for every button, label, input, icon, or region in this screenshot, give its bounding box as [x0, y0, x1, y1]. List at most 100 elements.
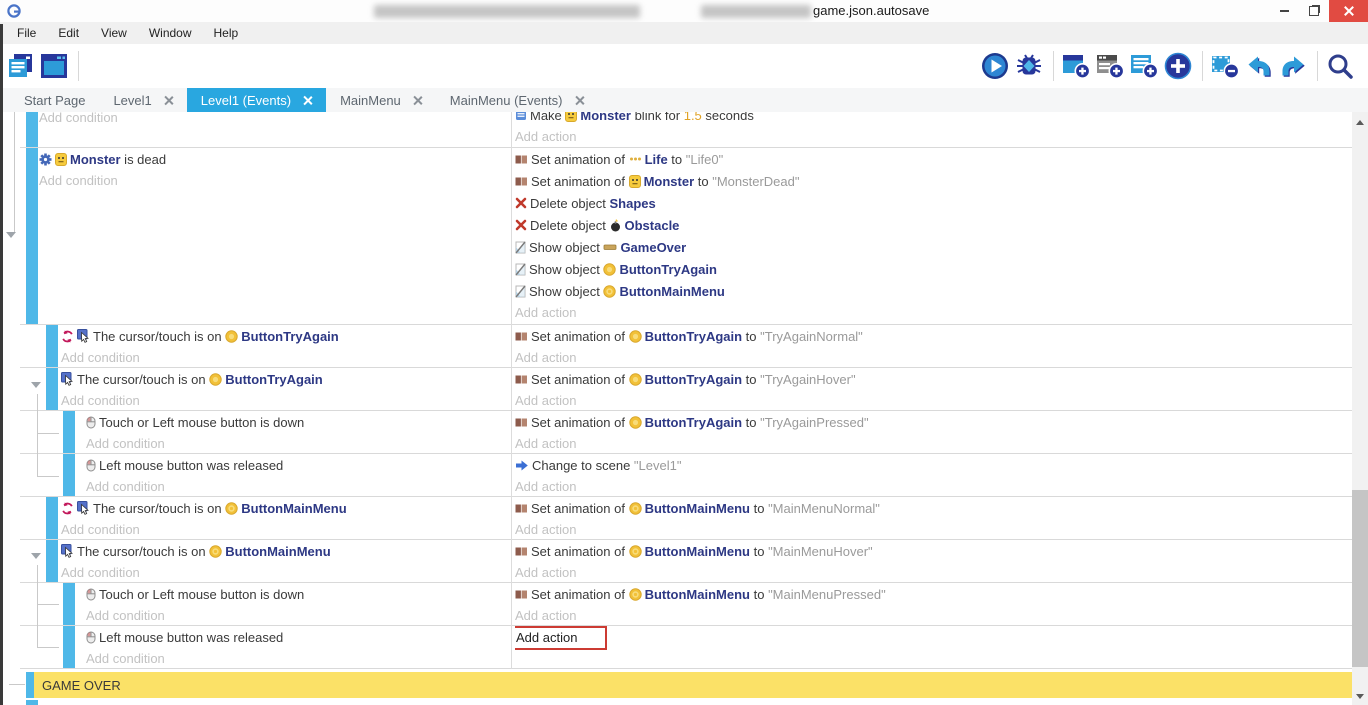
add-action-button[interactable]: Add action	[515, 519, 1350, 539]
action-line[interactable]: Set animation of ButtonMainMenu to "Main…	[515, 540, 1350, 562]
vertical-scrollbar[interactable]	[1352, 112, 1368, 705]
scrollbar-down-icon[interactable]	[1356, 694, 1364, 699]
event-row: Monster is deadAdd condition Set animatio…	[20, 148, 1352, 325]
add-action-button[interactable]: Add action	[515, 126, 1350, 147]
tab-close-icon[interactable]	[575, 96, 584, 105]
action-line[interactable]: Set animation of ButtonMainMenu to "Main…	[515, 497, 1350, 519]
debug-icon	[1015, 52, 1043, 80]
action-line[interactable]: Delete object Shapes	[515, 192, 1350, 214]
action-line[interactable]: Set animation of ButtonTryAgain to "TryA…	[515, 411, 1350, 433]
action-line[interactable]: Set animation of ButtonMainMenu to "Main…	[515, 583, 1350, 605]
tab-close-icon[interactable]	[303, 96, 312, 105]
menu-help[interactable]: Help	[203, 22, 250, 44]
add-subevent-icon[interactable]	[1094, 49, 1128, 83]
menu-file[interactable]: File	[6, 22, 47, 44]
action-line[interactable]: Set animation of Monster to "MonsterDead…	[515, 170, 1350, 192]
add-condition-button[interactable]: Add condition	[39, 112, 509, 128]
tab-mainmenu[interactable]: MainMenu	[326, 88, 436, 112]
action-line[interactable]: Show object ButtonMainMenu	[515, 280, 1350, 302]
condition-line[interactable]: Monster is dead	[39, 148, 509, 170]
condition-line[interactable]: The cursor/touch is on ButtonMainMenu	[61, 497, 509, 519]
conditions-cell: Touch or Left mouse button is downAdd co…	[86, 411, 509, 453]
condition-line[interactable]: The cursor/touch is on ButtonMainMenu	[61, 540, 509, 562]
action-line[interactable]: Set animation of ButtonTryAgain to "TryA…	[515, 368, 1350, 390]
collapse-arrow-icon[interactable]	[31, 553, 41, 559]
blink-icon	[515, 112, 527, 121]
add-condition-button[interactable]: Add condition	[86, 605, 509, 625]
redo-icon[interactable]	[1277, 49, 1311, 83]
maximize-icon[interactable]	[1299, 0, 1329, 22]
event-color-bar[interactable]	[46, 368, 58, 410]
scrollbar-thumb[interactable]	[1352, 490, 1368, 667]
search-icon[interactable]	[1324, 49, 1358, 83]
tab-close-icon[interactable]	[164, 96, 173, 105]
condition-line[interactable]: Left mouse button was released	[86, 626, 509, 648]
play-icon[interactable]	[979, 49, 1013, 83]
event-color-bar[interactable]	[46, 540, 58, 582]
menu-edit[interactable]: Edit	[47, 22, 90, 44]
tab-level1-events[interactable]: Level1 (Events)	[187, 88, 326, 112]
add-action-button[interactable]: Add action	[515, 390, 1350, 410]
add-condition-button[interactable]: Add condition	[86, 476, 509, 496]
coin-ring-icon	[225, 502, 238, 515]
action-line[interactable]: Make Monster blink for 1.5 seconds	[515, 112, 1350, 126]
condition-line[interactable]: Touch or Left mouse button is down	[86, 583, 509, 605]
condition-line[interactable]: The cursor/touch is on ButtonTryAgain	[61, 368, 509, 390]
add-condition-button[interactable]: Add condition	[61, 562, 509, 582]
action-line[interactable]: Show object GameOver	[515, 236, 1350, 258]
comment-block[interactable]: GAME OVER	[34, 672, 1352, 698]
undo-icon[interactable]	[1243, 49, 1277, 83]
actions-cell: Set animation of ButtonTryAgain to "TryA…	[515, 325, 1350, 367]
event-color-bar[interactable]	[63, 411, 75, 453]
add-action-button-highlighted[interactable]: Add action	[515, 626, 607, 650]
tab-start-page[interactable]: Start Page	[10, 88, 99, 112]
event-color-bar[interactable]	[26, 700, 38, 705]
add-condition-button[interactable]: Add condition	[86, 433, 509, 453]
add-action-button[interactable]: Add action	[515, 605, 1350, 625]
add-comment-icon[interactable]	[1128, 49, 1162, 83]
event-color-bar[interactable]	[63, 454, 75, 496]
event-color-bar[interactable]	[63, 626, 75, 668]
action-line[interactable]: Show object ButtonTryAgain	[515, 258, 1350, 280]
event-color-bar[interactable]	[26, 672, 34, 698]
add-action-button[interactable]: Add action	[515, 302, 1350, 323]
action-line[interactable]: Set animation of Life to "Life0"	[515, 148, 1350, 170]
close-icon[interactable]	[1329, 0, 1368, 22]
add-action-button[interactable]: Add action	[515, 347, 1350, 367]
event-color-bar[interactable]	[46, 325, 58, 367]
project-manager-icon[interactable]	[4, 49, 38, 83]
add-condition-button[interactable]: Add condition	[86, 648, 509, 668]
add-event-icon[interactable]	[1060, 49, 1094, 83]
event-color-bar[interactable]	[63, 583, 75, 625]
action-line[interactable]: Change to scene "Level1"	[515, 454, 1350, 476]
collapse-arrow-icon[interactable]	[31, 382, 41, 388]
unselect-all-icon[interactable]	[1209, 49, 1243, 83]
scene-editor-icon[interactable]	[38, 49, 72, 83]
minimize-icon[interactable]	[1269, 0, 1299, 22]
add-condition-button[interactable]: Add condition	[61, 519, 509, 539]
scrollbar-up-icon[interactable]	[1356, 120, 1364, 125]
add-action-button[interactable]: Add action	[515, 476, 1350, 496]
event-color-bar[interactable]	[46, 497, 58, 539]
action-line[interactable]: Delete object Obstacle	[515, 214, 1350, 236]
menu-view[interactable]: View	[90, 22, 138, 44]
add-condition-button[interactable]: Add condition	[61, 347, 509, 367]
add-choose-event-icon[interactable]	[1162, 49, 1196, 83]
debug-icon[interactable]	[1013, 49, 1047, 83]
tab-mainmenu-events[interactable]: MainMenu (Events)	[436, 88, 598, 112]
condition-line[interactable]: Left mouse button was released	[86, 454, 509, 476]
action-line[interactable]: Set animation of ButtonTryAgain to "TryA…	[515, 325, 1350, 347]
event-color-bar[interactable]	[26, 148, 38, 324]
add-condition-button[interactable]: Add condition	[61, 390, 509, 410]
add-condition-button[interactable]: Add condition	[39, 170, 509, 191]
add-action-button[interactable]: Add action	[515, 433, 1350, 453]
condition-line[interactable]: The cursor/touch is on ButtonTryAgain	[61, 325, 509, 347]
actions-cell: Make Monster blink for 1.5 secondsAdd ac…	[515, 112, 1350, 147]
condition-line[interactable]: Touch or Left mouse button is down	[86, 411, 509, 433]
tab-level1[interactable]: Level1	[99, 88, 186, 112]
add-action-button[interactable]: Add action	[515, 562, 1350, 582]
menu-window[interactable]: Window	[138, 22, 203, 44]
collapse-arrow-icon[interactable]	[6, 232, 16, 238]
tab-close-icon[interactable]	[413, 96, 422, 105]
event-color-bar[interactable]	[26, 112, 38, 147]
